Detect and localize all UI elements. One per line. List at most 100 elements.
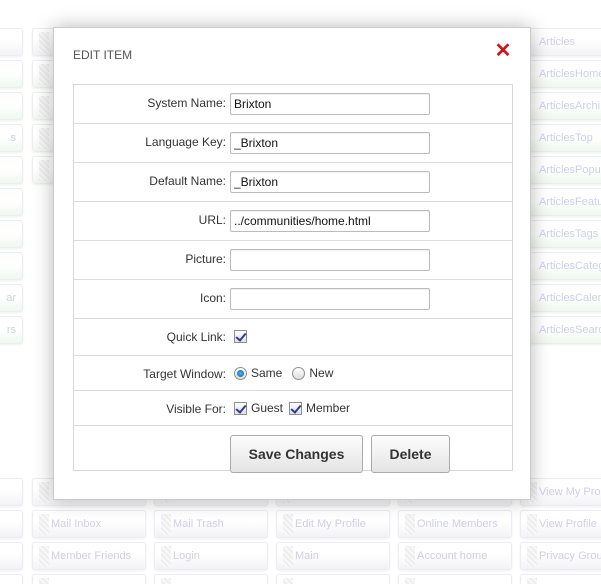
background-menu-item[interactable]: ArticlesCateg <box>520 252 601 280</box>
system-name-label: System Name: <box>147 96 226 110</box>
item-icon <box>527 546 537 567</box>
background-menu-item[interactable] <box>0 252 23 280</box>
icon-label: Icon: <box>199 291 226 305</box>
background-menu-item[interactable]: Login <box>154 542 268 570</box>
background-menu-item[interactable] <box>0 28 23 56</box>
item-label: Mail Inbox <box>51 518 102 530</box>
row-default-name: Default Name: <box>74 163 512 202</box>
visible-for-label: Visible For: <box>166 402 226 416</box>
background-menu-item[interactable]: ArticlesSearc <box>520 316 601 344</box>
system-name-input[interactable] <box>230 93 430 115</box>
background-menu-item[interactable] <box>0 60 23 88</box>
background-menu-item[interactable]: Articles <box>520 28 601 56</box>
picture-input[interactable] <box>230 249 430 271</box>
item-icon <box>39 546 49 567</box>
background-menu-item[interactable]: Online Members <box>398 510 512 538</box>
item-icon <box>39 32 49 53</box>
row-url: URL: <box>74 202 512 241</box>
item-icon <box>39 128 49 149</box>
background-menu-item[interactable] <box>0 188 23 216</box>
language-key-input[interactable] <box>230 132 430 154</box>
item-label: ar <box>6 292 16 304</box>
default-name-input[interactable] <box>230 171 430 193</box>
item-icon <box>161 514 171 535</box>
item-icon <box>39 64 49 85</box>
item-label: View Profile <box>539 518 597 530</box>
item-label: ArticlesTags <box>539 228 599 240</box>
background-menu-item[interactable]: View My Pro <box>520 478 601 506</box>
item-icon <box>405 546 415 567</box>
url-input[interactable] <box>230 210 430 232</box>
background-menu-item[interactable]: ar <box>0 284 23 312</box>
background-menu-item[interactable]: ArticlesArchi <box>520 92 601 120</box>
item-icon <box>39 578 49 584</box>
background-menu-item[interactable]: Main <box>276 542 390 570</box>
background-menu-item[interactable]: Account home <box>398 542 512 570</box>
item-icon <box>283 546 293 567</box>
item-icon <box>527 514 537 535</box>
guest-label: Guest <box>251 401 284 415</box>
background-menu-item[interactable]: View Profile <box>520 510 601 538</box>
item-label: rs <box>6 324 16 336</box>
url-label: URL: <box>198 213 226 227</box>
target-same-label: Same <box>251 366 283 380</box>
close-icon[interactable]: ✕ <box>494 41 512 61</box>
background-menu-item[interactable] <box>398 574 512 584</box>
item-label: Account home <box>417 550 488 562</box>
item-label: ArticlesCalen <box>539 292 601 304</box>
background-menu-item[interactable] <box>276 574 390 584</box>
item-icon <box>527 578 537 584</box>
background-menu-item[interactable] <box>154 574 268 584</box>
item-label: View My Pro <box>539 486 601 498</box>
item-label: ArticlesFeatu <box>539 196 601 208</box>
background-menu-item[interactable]: ArticlesTags <box>520 220 601 248</box>
target-new-radio[interactable] <box>292 366 306 380</box>
background-menu-item[interactable] <box>0 156 23 184</box>
background-menu-item[interactable]: ArticlesTop <box>520 124 601 152</box>
item-label: Login <box>173 550 200 562</box>
item-icon <box>39 160 49 181</box>
edit-item-form: System Name: Language Key: Default Name:… <box>73 84 513 473</box>
background-menu-item[interactable]: Edit My Profile <box>276 510 390 538</box>
item-label: Main <box>295 550 319 562</box>
quick-link-checkbox[interactable] <box>234 330 247 343</box>
row-language-key: Language Key: <box>74 124 512 163</box>
background-menu-item[interactable] <box>32 574 146 584</box>
background-menu-item[interactable]: rs <box>0 316 23 344</box>
icon-input[interactable] <box>230 288 430 310</box>
background-menu-item[interactable] <box>0 220 23 248</box>
background-menu-item[interactable]: ArticlesHome <box>520 60 601 88</box>
item-label: Privacy Grou <box>539 550 601 562</box>
item-label: Mail Trash <box>173 518 224 530</box>
picture-label: Picture: <box>185 252 226 266</box>
item-label: ArticlesHome <box>539 68 601 80</box>
background-menu-item[interactable] <box>0 574 23 584</box>
background-menu-item[interactable]: Privacy Grou <box>520 542 601 570</box>
item-label: ArticlesCateg <box>539 260 601 272</box>
item-label: ArticlesPopul <box>539 164 601 176</box>
background-menu-item[interactable]: ArticlesFeatu <box>520 188 601 216</box>
background-menu-item[interactable] <box>0 510 23 538</box>
background-menu-item[interactable]: ArticlesPopul <box>520 156 601 184</box>
item-label: Edit My Profile <box>295 518 366 530</box>
background-menu-item[interactable] <box>0 92 23 120</box>
item-label: Articles <box>539 36 576 48</box>
target-same-radio[interactable] <box>234 366 247 380</box>
delete-button[interactable]: Delete <box>371 435 450 473</box>
background-menu-item[interactable] <box>0 478 23 506</box>
item-icon <box>39 514 49 535</box>
background-menu-item[interactable]: Member Friends <box>32 542 146 570</box>
background-menu-item[interactable] <box>0 542 23 570</box>
save-changes-button[interactable]: Save Changes <box>230 435 363 473</box>
background-menu-item[interactable]: Mail Inbox <box>32 510 146 538</box>
background-menu-item[interactable]: Mail Trash <box>154 510 268 538</box>
guest-checkbox[interactable] <box>234 401 247 415</box>
item-label: Online Members <box>417 518 498 530</box>
item-icon <box>39 96 49 117</box>
member-checkbox[interactable] <box>289 401 303 415</box>
background-menu-item[interactable] <box>520 574 601 584</box>
item-icon <box>283 514 293 535</box>
background-menu-item[interactable]: s <box>0 124 23 152</box>
background-menu-item[interactable]: ArticlesCalen <box>520 284 601 312</box>
member-label: Member <box>306 401 351 415</box>
